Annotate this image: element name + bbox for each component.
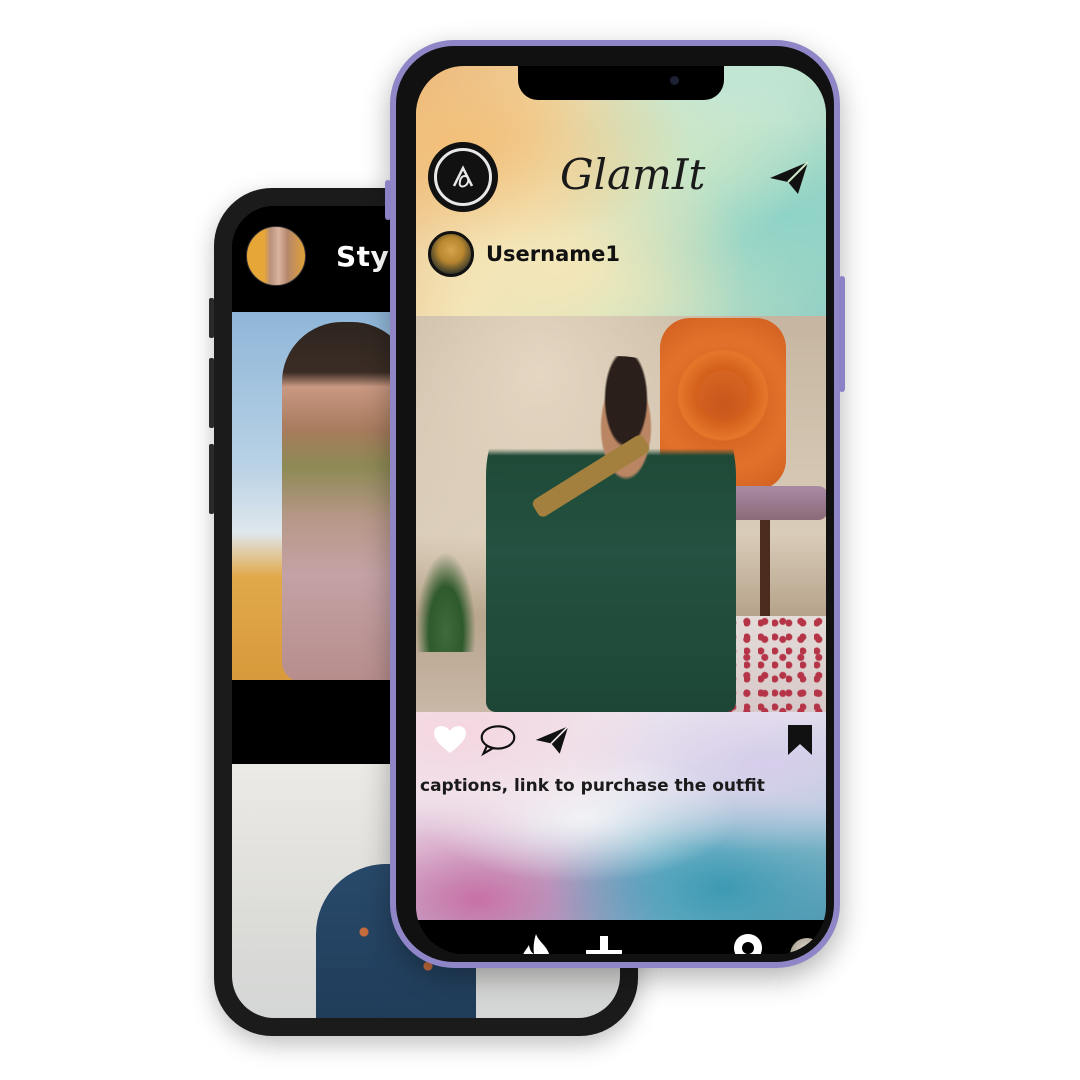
power-button: [839, 276, 845, 392]
share-button[interactable]: [534, 722, 570, 758]
paper-plane-icon: [770, 161, 809, 194]
post-caption[interactable]: captions, link to purchase the outfit: [420, 776, 765, 796]
flame-icon: [523, 934, 550, 954]
app-title: GlamIt: [560, 150, 706, 199]
heart-icon: [434, 726, 466, 753]
post-author[interactable]: Username1: [428, 230, 620, 278]
plus-icon: [586, 936, 622, 954]
bookmark-icon: [788, 725, 812, 755]
author-avatar[interactable]: [428, 231, 474, 277]
notch: [518, 66, 724, 100]
logo-mark-icon: [452, 165, 474, 188]
silent-switch: [209, 298, 214, 338]
brand-logo-icon[interactable]: [428, 142, 498, 212]
username[interactable]: Username1: [486, 242, 620, 266]
nav-trending[interactable]: [516, 932, 556, 954]
post-photo[interactable]: [416, 316, 826, 712]
comment-button[interactable]: [480, 722, 516, 758]
photo-subject: [486, 356, 736, 712]
nav-add-post[interactable]: [584, 932, 624, 954]
profile-avatar[interactable]: [246, 226, 306, 286]
phone-bezel: GlamIt Username1 captions, link to purch…: [396, 46, 834, 962]
direct-message-icon[interactable]: [768, 160, 810, 196]
paper-plane-icon: [535, 725, 569, 754]
volume-up-button: [209, 358, 214, 428]
post-actions: [416, 722, 826, 762]
volume-down-button: [209, 444, 214, 514]
speech-bubble-icon: [480, 725, 516, 757]
map-pin-icon: [734, 934, 762, 954]
front-camera: [670, 76, 679, 85]
silent-switch: [385, 180, 391, 220]
nav-profile-avatar[interactable]: [790, 938, 824, 954]
like-button[interactable]: [432, 722, 468, 758]
bottom-nav-bar: [416, 920, 826, 954]
nav-location[interactable]: [728, 932, 768, 954]
app-screen: GlamIt Username1 captions, link to purch…: [416, 66, 826, 954]
save-button[interactable]: [782, 722, 818, 758]
logo-ring: [434, 148, 492, 206]
photo-plant: [416, 552, 476, 652]
front-phone: GlamIt Username1 captions, link to purch…: [385, 40, 845, 968]
